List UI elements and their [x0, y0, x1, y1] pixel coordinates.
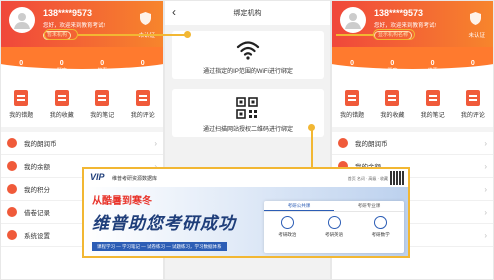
banner-course-panel: 考研公共课 考研专业课 考研政治 考研英语 考研数学	[264, 201, 404, 253]
balance-icon	[7, 161, 17, 171]
comments-icon	[465, 90, 480, 106]
certification-shield-icon[interactable]	[470, 12, 481, 25]
user-greeting: 您好，欢迎来到教育考试!	[374, 23, 437, 29]
math-icon	[374, 216, 388, 229]
chevron-right-icon: ›	[484, 184, 487, 194]
feature-grid: 我的错题 我的收藏 我的笔记 我的评论	[332, 85, 493, 127]
wrong-questions-icon	[345, 90, 360, 106]
records-icon	[7, 207, 17, 217]
banner-headline-large: 维普助您考研成功	[92, 214, 236, 233]
feature-wrong-questions[interactable]: 我的错题	[332, 85, 372, 127]
banner-brand: 维普考研资源数据库	[112, 176, 158, 182]
connector-line	[78, 34, 188, 36]
avatar[interactable]	[9, 7, 35, 33]
stats-row: 0 课程 0 题库 0 优惠 0 课时	[1, 59, 163, 81]
chevron-right-icon: ›	[484, 161, 487, 171]
connector-line	[336, 34, 373, 36]
avatar[interactable]	[340, 7, 366, 33]
service-math[interactable]: 考研数学	[357, 216, 404, 238]
favorites-icon	[385, 90, 400, 106]
stat-lessons[interactable]: 0 课时	[453, 59, 493, 81]
chevron-right-icon: ›	[484, 230, 487, 240]
vip-website-banner: VIP 维普考研资源数据库 首页 名词 · 高级 · 收藏 从酷暑到寒冬 维普助…	[82, 167, 410, 258]
service-politics[interactable]: 考研政治	[264, 216, 311, 238]
feature-favorites[interactable]: 我的收藏	[372, 85, 412, 127]
stat-questions[interactable]: 0 题库	[372, 59, 412, 81]
tab-major-course[interactable]: 考研专业课	[334, 201, 404, 211]
stat-questions[interactable]: 0 题库	[42, 59, 83, 81]
feature-comments[interactable]: 我的评论	[453, 85, 493, 127]
feature-wrong-questions[interactable]: 我的错题	[1, 85, 42, 127]
tab-public-course[interactable]: 考研公共课	[264, 201, 334, 211]
stats-row: 0 课程 0 题库 0 优惠 0 课时	[332, 59, 493, 81]
banner-qr-code-icon	[390, 171, 404, 185]
stat-coupons[interactable]: 0 优惠	[413, 59, 453, 81]
stat-lessons[interactable]: 0 课时	[123, 59, 164, 81]
badge-highlight-ring	[373, 29, 415, 40]
chevron-right-icon: ›	[484, 138, 487, 148]
connector-line	[311, 128, 313, 168]
chevron-right-icon: ›	[154, 138, 157, 148]
wrong-questions-icon	[14, 90, 29, 106]
points-icon	[7, 184, 17, 194]
qr-code-icon	[236, 97, 258, 119]
stat-courses[interactable]: 0 课程	[332, 59, 372, 81]
vip-logo: VIP	[90, 172, 105, 182]
stat-coupons[interactable]: 0 优惠	[82, 59, 123, 81]
connector-dot	[184, 31, 191, 38]
certification-shield-icon[interactable]	[140, 12, 151, 25]
user-phone: 138****9573	[43, 8, 93, 18]
bind-by-wifi-option[interactable]: 通过指定的IP范围的WiFi进行绑定	[172, 31, 324, 79]
wifi-icon	[236, 41, 260, 60]
connector-dot	[308, 124, 315, 131]
menu-item-coins[interactable]: 我的朗润币 ›	[1, 132, 163, 155]
comments-icon	[135, 90, 150, 106]
user-phone: 138****9573	[374, 8, 424, 18]
bind-by-qr-option[interactable]: 通过扫描网站授权二维码进行绑定	[172, 89, 324, 137]
service-english[interactable]: 考研英语	[311, 216, 358, 238]
notes-icon	[425, 90, 440, 106]
feature-notes[interactable]: 我的笔记	[413, 85, 453, 127]
banner-hero: 从酷暑到寒冬 维普助您考研成功 课程学习 — 学习笔记 — 试卷练习 — 试题练…	[84, 187, 408, 256]
banner-tagline: 课程学习 — 学习笔记 — 试卷练习 — 试题练习，学习数据体系	[92, 242, 227, 251]
certification-label: 未认证	[468, 33, 485, 39]
coin-icon	[338, 138, 348, 148]
feature-grid: 我的错题 我的收藏 我的笔记 我的评论	[1, 85, 163, 127]
user-greeting: 您好，欢迎来到教育考试!	[43, 23, 106, 29]
settings-icon	[7, 230, 17, 240]
politics-icon	[280, 216, 294, 229]
coin-icon	[7, 138, 17, 148]
notes-icon	[95, 90, 110, 106]
bind-by-qr-text: 通过扫描网站授权二维码进行绑定	[202, 127, 293, 133]
feature-favorites[interactable]: 我的收藏	[42, 85, 83, 127]
banner-nav[interactable]: 首页 名词 · 高级 · 收藏	[348, 176, 388, 182]
stat-courses[interactable]: 0 课程	[1, 59, 42, 81]
bind-by-wifi-text: 通过指定的IP范围的WiFi进行绑定	[203, 69, 293, 75]
english-icon	[327, 216, 341, 229]
feature-comments[interactable]: 我的评论	[123, 85, 164, 127]
menu-item-coins[interactable]: 我的朗润币 ›	[332, 132, 493, 155]
page-title: 绑定机构	[233, 10, 262, 17]
chevron-right-icon: ›	[484, 207, 487, 217]
badge-highlight-ring	[44, 29, 78, 40]
nav-bar: ‹ 绑定机构	[165, 1, 330, 25]
favorites-icon	[54, 90, 69, 106]
feature-notes[interactable]: 我的笔记	[82, 85, 123, 127]
banner-headline-small: 从酷暑到寒冬	[92, 196, 152, 207]
banner-topbar: VIP 维普考研资源数据库 首页 名词 · 高级 · 收藏	[84, 169, 408, 187]
